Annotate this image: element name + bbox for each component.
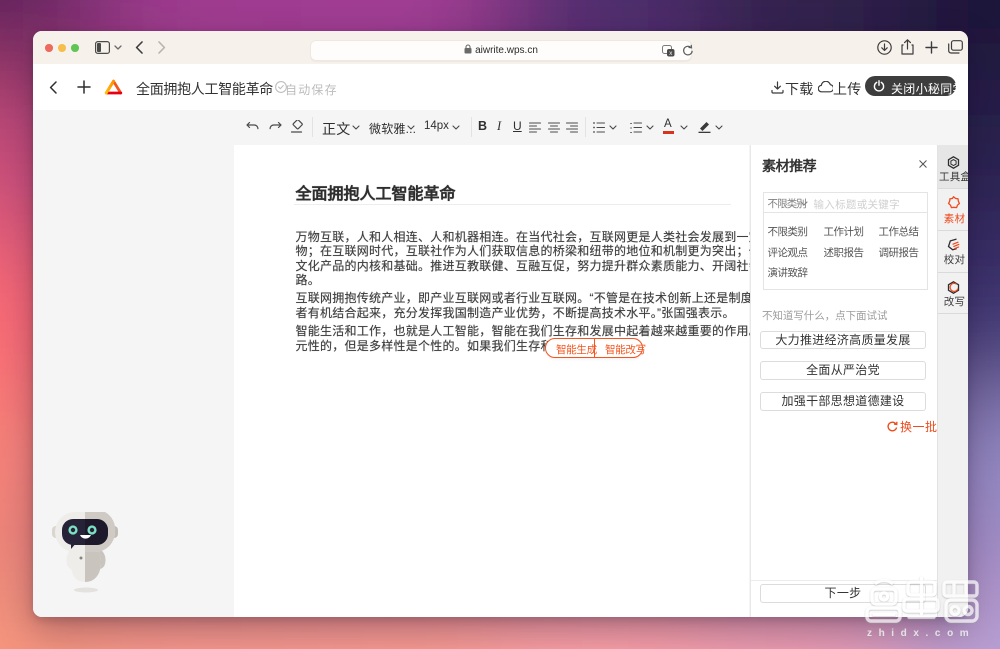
svg-text:zhidx.com: zhidx.com (867, 628, 975, 639)
